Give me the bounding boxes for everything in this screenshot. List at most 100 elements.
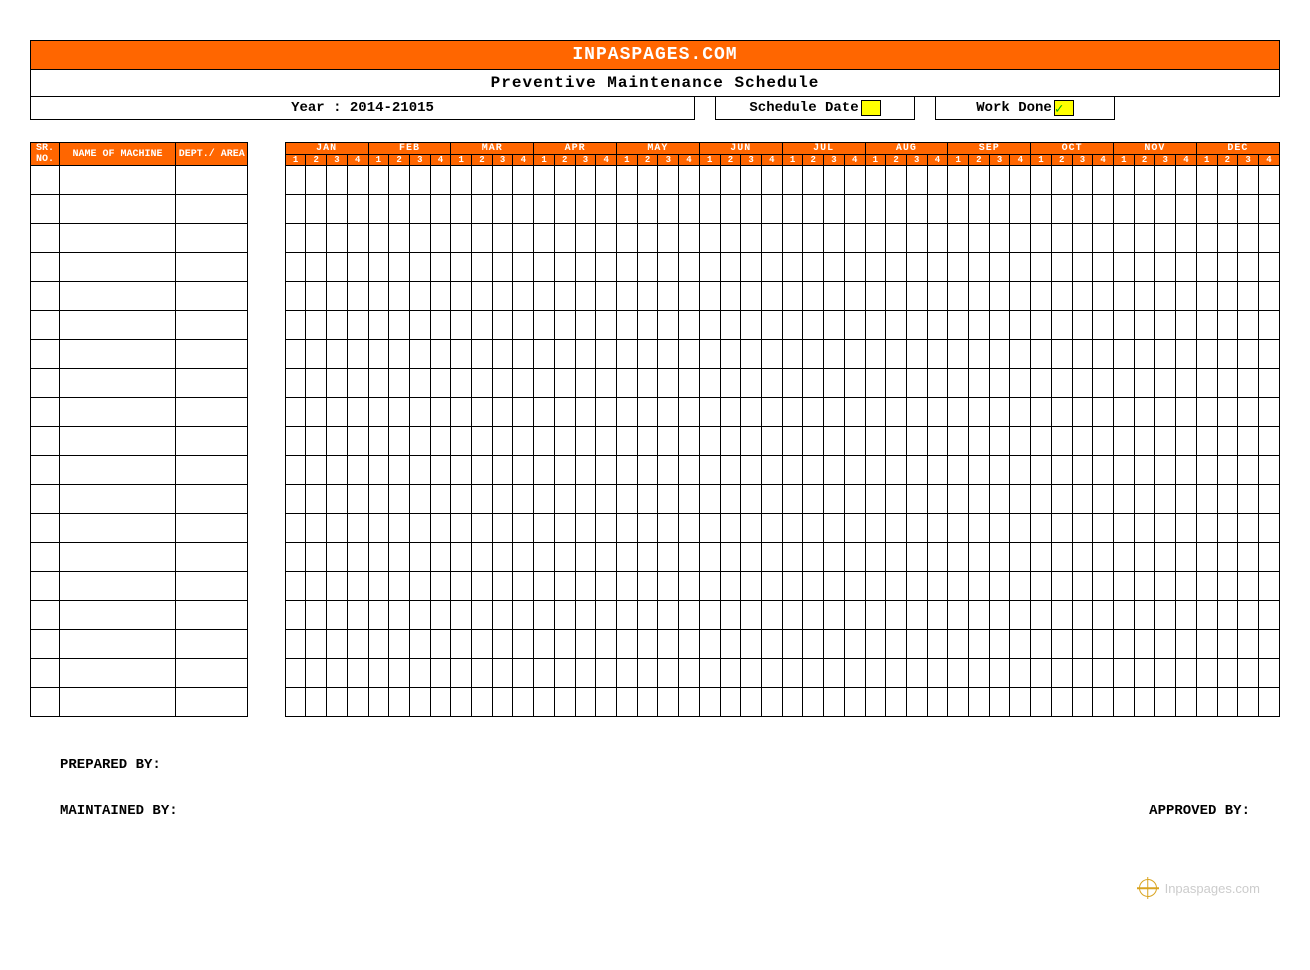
week-cell[interactable] <box>1155 514 1176 543</box>
week-cell[interactable] <box>1238 630 1259 659</box>
week-cell[interactable] <box>327 630 348 659</box>
week-cell[interactable] <box>1051 340 1072 369</box>
week-cell[interactable] <box>285 485 306 514</box>
week-cell[interactable] <box>886 427 907 456</box>
week-cell[interactable] <box>906 543 927 572</box>
week-cell[interactable] <box>409 601 430 630</box>
week-cell[interactable] <box>1155 282 1176 311</box>
week-cell[interactable] <box>1113 427 1134 456</box>
week-cell[interactable] <box>347 485 368 514</box>
cell[interactable] <box>31 311 60 340</box>
week-cell[interactable] <box>761 166 782 195</box>
week-cell[interactable] <box>886 659 907 688</box>
week-cell[interactable] <box>1238 543 1259 572</box>
week-cell[interactable] <box>1196 630 1217 659</box>
week-cell[interactable] <box>1113 195 1134 224</box>
week-cell[interactable] <box>1155 572 1176 601</box>
week-cell[interactable] <box>782 398 803 427</box>
week-cell[interactable] <box>1238 282 1259 311</box>
week-cell[interactable] <box>969 369 990 398</box>
cell[interactable] <box>59 601 175 630</box>
week-cell[interactable] <box>409 543 430 572</box>
week-cell[interactable] <box>699 398 720 427</box>
week-cell[interactable] <box>637 456 658 485</box>
cell[interactable] <box>59 456 175 485</box>
week-cell[interactable] <box>1155 659 1176 688</box>
week-cell[interactable] <box>554 224 575 253</box>
week-cell[interactable] <box>534 630 555 659</box>
week-cell[interactable] <box>1238 311 1259 340</box>
week-cell[interactable] <box>513 543 534 572</box>
week-cell[interactable] <box>306 543 327 572</box>
week-cell[interactable] <box>430 340 451 369</box>
week-cell[interactable] <box>534 427 555 456</box>
week-cell[interactable] <box>327 514 348 543</box>
cell[interactable] <box>175 282 247 311</box>
week-cell[interactable] <box>969 688 990 717</box>
week-cell[interactable] <box>534 340 555 369</box>
week-cell[interactable] <box>389 485 410 514</box>
week-cell[interactable] <box>1217 369 1238 398</box>
week-cell[interactable] <box>430 195 451 224</box>
week-cell[interactable] <box>865 485 886 514</box>
week-cell[interactable] <box>285 253 306 282</box>
week-cell[interactable] <box>368 166 389 195</box>
week-cell[interactable] <box>969 195 990 224</box>
week-cell[interactable] <box>472 485 493 514</box>
week-cell[interactable] <box>306 398 327 427</box>
week-cell[interactable] <box>886 572 907 601</box>
week-cell[interactable] <box>969 224 990 253</box>
week-cell[interactable] <box>720 253 741 282</box>
week-cell[interactable] <box>969 514 990 543</box>
week-cell[interactable] <box>617 398 638 427</box>
week-cell[interactable] <box>617 601 638 630</box>
week-cell[interactable] <box>969 427 990 456</box>
week-cell[interactable] <box>1258 427 1279 456</box>
week-cell[interactable] <box>761 514 782 543</box>
week-cell[interactable] <box>285 601 306 630</box>
week-cell[interactable] <box>1072 514 1093 543</box>
week-cell[interactable] <box>658 427 679 456</box>
week-cell[interactable] <box>368 601 389 630</box>
week-cell[interactable] <box>803 543 824 572</box>
week-cell[interactable] <box>389 224 410 253</box>
week-cell[interactable] <box>1217 166 1238 195</box>
week-cell[interactable] <box>347 224 368 253</box>
week-cell[interactable] <box>927 572 948 601</box>
week-cell[interactable] <box>1238 485 1259 514</box>
week-cell[interactable] <box>472 311 493 340</box>
week-cell[interactable] <box>741 195 762 224</box>
week-cell[interactable] <box>658 688 679 717</box>
week-cell[interactable] <box>927 601 948 630</box>
week-cell[interactable] <box>782 688 803 717</box>
week-cell[interactable] <box>1051 369 1072 398</box>
week-cell[interactable] <box>1051 253 1072 282</box>
week-cell[interactable] <box>389 398 410 427</box>
week-cell[interactable] <box>969 398 990 427</box>
week-cell[interactable] <box>306 688 327 717</box>
week-cell[interactable] <box>554 543 575 572</box>
week-cell[interactable] <box>803 601 824 630</box>
week-cell[interactable] <box>1134 659 1155 688</box>
week-cell[interactable] <box>844 311 865 340</box>
week-cell[interactable] <box>451 572 472 601</box>
week-cell[interactable] <box>906 630 927 659</box>
week-cell[interactable] <box>886 601 907 630</box>
week-cell[interactable] <box>1258 630 1279 659</box>
week-cell[interactable] <box>513 166 534 195</box>
week-cell[interactable] <box>472 659 493 688</box>
week-cell[interactable] <box>720 224 741 253</box>
week-cell[interactable] <box>285 427 306 456</box>
week-cell[interactable] <box>761 311 782 340</box>
week-cell[interactable] <box>865 659 886 688</box>
cell[interactable] <box>59 427 175 456</box>
week-cell[interactable] <box>1134 398 1155 427</box>
week-cell[interactable] <box>969 340 990 369</box>
week-cell[interactable] <box>1134 311 1155 340</box>
week-cell[interactable] <box>803 253 824 282</box>
week-cell[interactable] <box>989 601 1010 630</box>
week-cell[interactable] <box>1113 630 1134 659</box>
week-cell[interactable] <box>430 601 451 630</box>
cell[interactable] <box>31 543 60 572</box>
week-cell[interactable] <box>1238 166 1259 195</box>
